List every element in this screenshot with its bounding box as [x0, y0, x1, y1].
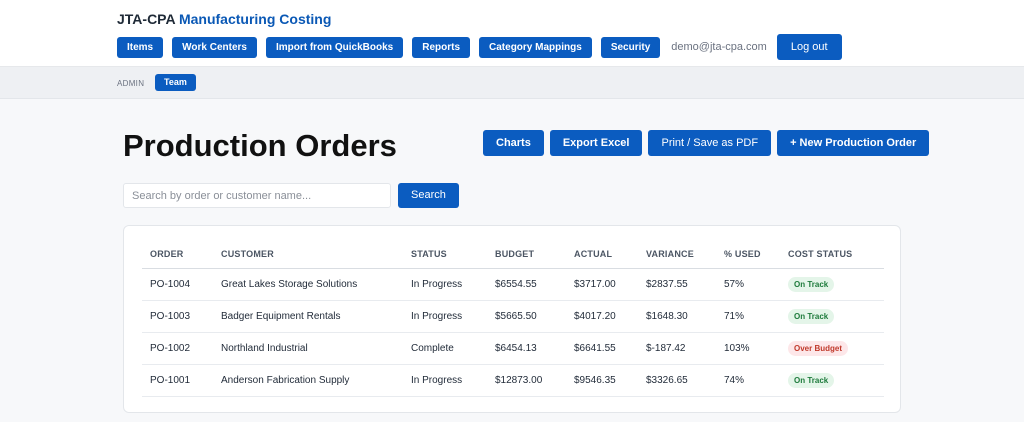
- user-email: demo@jta-cpa.com: [671, 41, 767, 53]
- cell-customer: Badger Equipment Rentals: [213, 300, 403, 333]
- cell-budget: $12873.00: [487, 364, 566, 397]
- brand-prefix: JTA-CPA: [117, 11, 176, 27]
- cell-order: PO-1003: [142, 300, 213, 333]
- cell-cost-status: On Track: [780, 268, 884, 301]
- orders-card: ORDER CUSTOMER STATUS BUDGET ACTUAL VARI…: [123, 225, 901, 413]
- header-budget: BUDGET: [487, 240, 566, 269]
- cell-customer: Great Lakes Storage Solutions: [213, 268, 403, 301]
- print-pdf-button[interactable]: Print / Save as PDF: [648, 130, 772, 156]
- cell-actual: $3717.00: [566, 268, 638, 301]
- charts-button[interactable]: Charts: [483, 130, 544, 156]
- new-production-order-button[interactable]: + New Production Order: [777, 130, 930, 156]
- cell-order: PO-1002: [142, 332, 213, 365]
- cell-customer: Northland Industrial: [213, 332, 403, 365]
- nav-category-mappings-button[interactable]: Category Mappings: [479, 36, 592, 58]
- cell-budget: $5665.50: [487, 300, 566, 333]
- search-input[interactable]: [123, 183, 391, 208]
- nav-items-button[interactable]: Items: [117, 36, 164, 58]
- cell-status: In Progress: [403, 300, 487, 333]
- header-status: STATUS: [403, 240, 487, 269]
- header-variance: VARIANCE: [638, 240, 716, 269]
- table-row[interactable]: PO-1004 Great Lakes Storage Solutions In…: [142, 268, 884, 301]
- cell-variance: $3326.65: [638, 364, 716, 397]
- cell-order: PO-1001: [142, 364, 213, 397]
- header-order: ORDER: [142, 240, 213, 269]
- orders-table: ORDER CUSTOMER STATUS BUDGET ACTUAL VARI…: [142, 240, 884, 397]
- nav-work-centers-button[interactable]: Work Centers: [172, 36, 257, 58]
- table-row[interactable]: PO-1001 Anderson Fabrication Supply In P…: [142, 364, 884, 397]
- cell-variance: $-187.42: [638, 332, 716, 365]
- cell-status: Complete: [403, 332, 487, 365]
- cell-variance: $1648.30: [638, 300, 716, 333]
- cell-actual: $9546.35: [566, 364, 638, 397]
- header-used: % USED: [716, 240, 780, 269]
- table-header-row: ORDER CUSTOMER STATUS BUDGET ACTUAL VARI…: [142, 240, 884, 269]
- table-row[interactable]: PO-1003 Badger Equipment Rentals In Prog…: [142, 300, 884, 333]
- cell-used: 103%: [716, 332, 780, 365]
- cell-cost-status: On Track: [780, 300, 884, 333]
- cell-cost-status: Over Budget: [780, 332, 884, 365]
- logout-button[interactable]: Log out: [776, 34, 842, 60]
- cell-cost-status: On Track: [780, 364, 884, 397]
- header-customer: CUSTOMER: [213, 240, 403, 269]
- status-badge: On Track: [788, 308, 835, 324]
- cell-status: In Progress: [403, 268, 487, 301]
- cell-variance: $2837.55: [638, 268, 716, 301]
- status-badge: On Track: [788, 276, 835, 292]
- search-button[interactable]: Search: [398, 183, 459, 208]
- nav-reports-button[interactable]: Reports: [412, 36, 471, 58]
- cell-budget: $6554.55: [487, 268, 566, 301]
- header-cost-status: COST STATUS: [780, 240, 884, 269]
- top-nav: Items Work Centers Import from QuickBook…: [117, 34, 842, 60]
- brand-suffix: Manufacturing Costing: [178, 11, 332, 27]
- status-badge: Over Budget: [788, 340, 849, 356]
- app-header: JTA-CPA Manufacturing Costing Items Work…: [0, 0, 1024, 67]
- cell-customer: Anderson Fabrication Supply: [213, 364, 403, 397]
- cell-used: 74%: [716, 364, 780, 397]
- cell-order: PO-1004: [142, 268, 213, 301]
- status-badge: On Track: [788, 372, 835, 388]
- cell-used: 57%: [716, 268, 780, 301]
- export-excel-button[interactable]: Export Excel: [549, 130, 643, 156]
- cell-status: In Progress: [403, 364, 487, 397]
- team-button[interactable]: Team: [155, 74, 196, 91]
- nav-security-button[interactable]: Security: [600, 36, 661, 58]
- header-actual: ACTUAL: [566, 240, 638, 269]
- page-actions: Charts Export Excel Print / Save as PDF …: [483, 130, 935, 156]
- app-brand[interactable]: JTA-CPA Manufacturing Costing: [117, 11, 331, 27]
- cell-actual: $6641.55: [566, 332, 638, 365]
- page-title: Production Orders: [123, 128, 397, 163]
- table-row[interactable]: PO-1002 Northland Industrial Complete $6…: [142, 332, 884, 365]
- cell-used: 71%: [716, 300, 780, 333]
- nav-import-quickbooks-button[interactable]: Import from QuickBooks: [265, 36, 404, 58]
- admin-label: ADMIN: [117, 79, 145, 88]
- admin-subnav: ADMIN Team: [0, 67, 1024, 99]
- cell-actual: $4017.20: [566, 300, 638, 333]
- cell-budget: $6454.13: [487, 332, 566, 365]
